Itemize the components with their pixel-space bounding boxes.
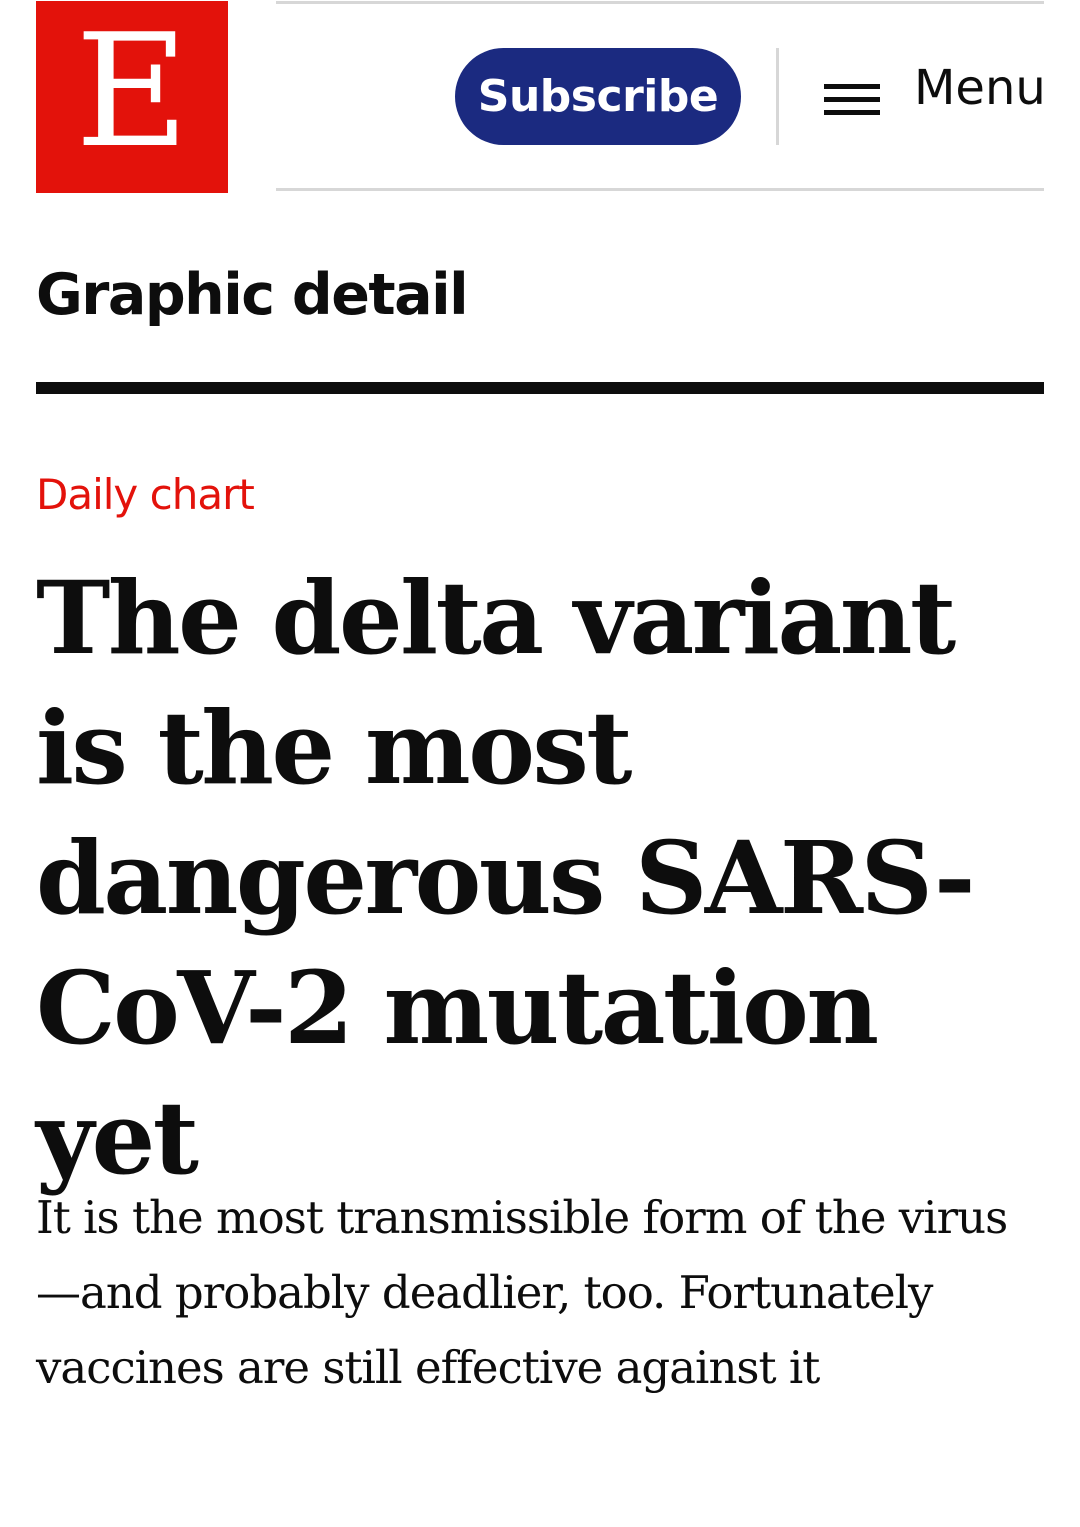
- header-bottom-rule: [276, 188, 1044, 191]
- section-title[interactable]: Graphic detail: [36, 264, 469, 327]
- article-rubric[interactable]: Daily chart: [36, 470, 255, 520]
- economist-logo[interactable]: E: [36, 1, 228, 193]
- subscribe-button[interactable]: Subscribe: [455, 48, 741, 145]
- header-top-rule: [276, 1, 1044, 4]
- menu-label: Menu: [914, 60, 1046, 116]
- hamburger-icon: [824, 84, 880, 116]
- menu-button[interactable]: Menu: [820, 48, 1046, 145]
- article-headline: The delta variant is the most dangerous …: [36, 559, 975, 1197]
- logo-letter: E: [75, 0, 189, 182]
- header-divider: [776, 48, 779, 145]
- article-standfirst: It is the most transmissible form of the…: [36, 1191, 1008, 1394]
- section-rule: [36, 382, 1044, 394]
